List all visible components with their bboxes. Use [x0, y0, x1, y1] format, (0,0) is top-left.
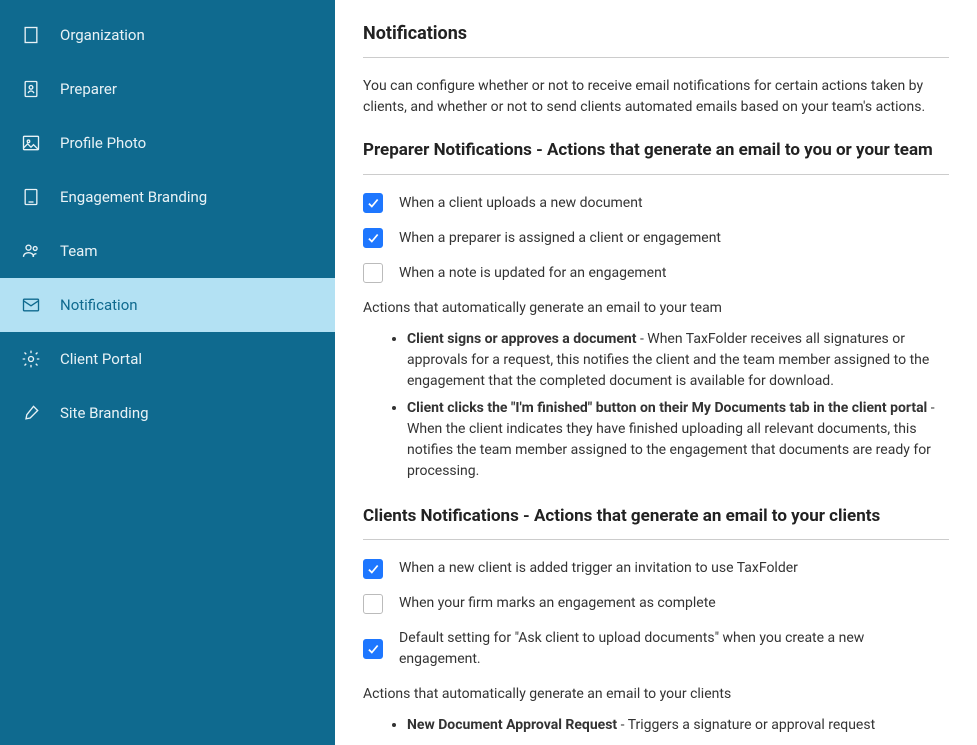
preparer-checkbox-group: When a client uploads a new document Whe…: [363, 193, 949, 482]
intro-text: You can configure whether or not to rece…: [363, 76, 949, 118]
checkbox-label: When a preparer is assigned a client or …: [399, 228, 721, 249]
checkbox-note-updated[interactable]: [363, 263, 383, 283]
sidebar-item-site-branding[interactable]: Site Branding: [0, 386, 335, 440]
checkbox-label: When your firm marks an engagement as co…: [399, 593, 716, 614]
badge-icon: [20, 78, 42, 100]
checkbox-label: When a new client is added trigger an in…: [399, 558, 798, 579]
sidebar-item-label: Team: [60, 242, 98, 260]
sidebar-item-label: Organization: [60, 26, 145, 44]
brush-icon: [20, 402, 42, 424]
preparer-auto-list: Client signs or approves a document - Wh…: [363, 329, 949, 482]
sidebar-item-organization[interactable]: Organization: [0, 8, 335, 62]
checkbox-label: When a note is updated for an engagement: [399, 263, 666, 284]
list-item: Client signs or approves a document - Wh…: [407, 329, 949, 392]
clients-auto-lead: Actions that automatically generate an e…: [363, 684, 949, 705]
preparer-auto-lead: Actions that automatically generate an e…: [363, 298, 949, 319]
sidebar-item-label: Preparer: [60, 80, 117, 98]
sidebar-item-label: Notification: [60, 296, 138, 314]
clients-checkbox-group: When a new client is added trigger an in…: [363, 558, 949, 745]
mail-icon: [20, 294, 42, 316]
settings-sidebar: Organization Preparer Profile Photo Enga…: [0, 0, 335, 745]
sidebar-item-profile-photo[interactable]: Profile Photo: [0, 116, 335, 170]
sidebar-item-label: Client Portal: [60, 350, 142, 368]
tablet-icon: [20, 186, 42, 208]
sidebar-item-preparer[interactable]: Preparer: [0, 62, 335, 116]
sidebar-item-label: Profile Photo: [60, 134, 146, 152]
list-item: Client clicks the "I'm finished" button …: [407, 398, 949, 482]
checkbox-label: Default setting for "Ask client to uploa…: [399, 628, 949, 670]
checkbox-preparer-assigned[interactable]: [363, 228, 383, 248]
page-title: Notifications: [363, 20, 949, 58]
checkbox-client-uploads[interactable]: [363, 193, 383, 213]
clients-auto-list: New Document Approval Request - Triggers…: [363, 715, 949, 745]
checkbox-engagement-complete[interactable]: [363, 594, 383, 614]
sidebar-item-client-portal[interactable]: Client Portal: [0, 332, 335, 386]
sidebar-item-team[interactable]: Team: [0, 224, 335, 278]
building-icon: [20, 24, 42, 46]
checkbox-ask-upload-default[interactable]: [363, 639, 383, 659]
sidebar-item-label: Site Branding: [60, 404, 149, 422]
sidebar-item-notification[interactable]: Notification: [0, 278, 335, 332]
sidebar-item-label: Engagement Branding: [60, 188, 207, 206]
team-icon: [20, 240, 42, 262]
image-icon: [20, 132, 42, 154]
clients-notifications-heading: Clients Notifications - Actions that gen…: [363, 504, 949, 541]
sidebar-item-engagement-branding[interactable]: Engagement Branding: [0, 170, 335, 224]
preparer-notifications-heading: Preparer Notifications - Actions that ge…: [363, 138, 949, 175]
checkbox-new-client-invite[interactable]: [363, 559, 383, 579]
list-item: New Document Approval Request - Triggers…: [407, 715, 949, 736]
checkbox-label: When a client uploads a new document: [399, 193, 643, 214]
notifications-panel: Notifications You can configure whether …: [335, 0, 977, 745]
gear-icon: [20, 348, 42, 370]
